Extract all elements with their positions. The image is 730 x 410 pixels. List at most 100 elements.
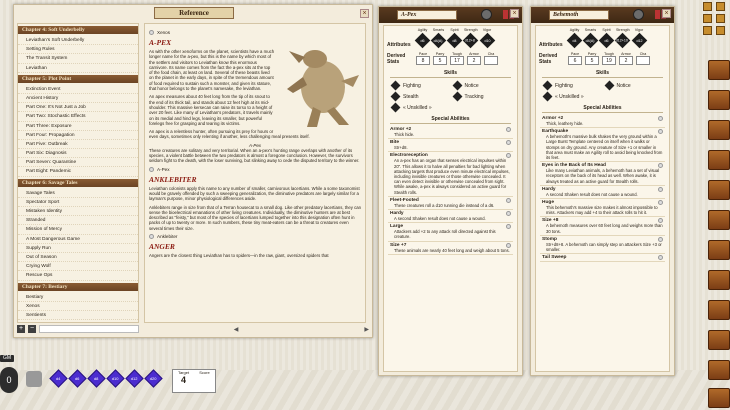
toc-item[interactable]: Ancient History [18,94,138,104]
radio-icon[interactable] [658,116,663,121]
toc-item[interactable]: Leviathan [18,64,138,73]
close-icon[interactable]: × [360,9,369,18]
filter-input[interactable] [39,325,139,333]
token-icon[interactable] [481,9,492,20]
skill-die-icon[interactable] [542,91,553,102]
derived-stat-value[interactable]: 17 [450,56,464,65]
attribute-die-icon[interactable]: d8 [446,32,463,49]
sheet-name[interactable]: Behemoth [549,10,609,20]
dice-button[interactable]: d10 [106,369,125,388]
radio-icon[interactable] [506,127,511,132]
skill-item[interactable]: « Unskilled » [542,91,600,102]
skill-die-icon[interactable] [604,80,614,91]
toc-item[interactable]: Part Four: Propagation [18,131,138,140]
derived-stat-value[interactable]: 5 [585,56,599,65]
anklebiter-link[interactable]: Anklebiter [149,234,361,240]
radio-icon[interactable] [506,211,511,217]
sidebar-tab[interactable] [708,90,730,110]
toc-item[interactable]: Mission of Mercy [18,225,138,235]
tool-icon[interactable] [716,26,725,35]
radio-icon[interactable] [149,234,154,240]
toc-item[interactable]: Extinction Event [18,85,138,94]
toc-item[interactable]: Stranded [18,216,138,226]
skill-item[interactable]: Notice [604,80,662,91]
radio-icon[interactable] [506,242,511,248]
toc-item[interactable]: Xenos [18,302,138,311]
tool-icon[interactable] [716,2,725,11]
radio-icon[interactable] [149,166,154,172]
attribute[interactable]: Vigor d12 [631,28,647,49]
toc-item[interactable]: Part Six: Diagnosis [18,149,138,159]
attribute-die-icon[interactable]: d6 [414,32,431,49]
attribute[interactable]: Vigor d10 [479,28,495,49]
attribute[interactable]: Spirit d8 [446,28,463,49]
attribute-die-icon[interactable]: d12+8 [463,32,479,49]
toc-item[interactable]: Part Five: Outbreak [18,140,138,150]
apex-link[interactable]: A-Pex [149,166,361,172]
skill-die-icon[interactable] [542,80,553,91]
score-field[interactable]: Score [194,370,215,392]
radio-icon[interactable] [658,200,663,206]
attribute[interactable]: Strength d12+8 [463,28,479,49]
attribute-die-icon[interactable]: d6 [598,32,615,49]
attribute[interactable]: Smarts d4(A) [582,28,599,49]
attribute-die-icon[interactable]: d10 [479,32,495,49]
toc-item[interactable]: Leviathan's Soft Underbelly [18,36,138,46]
toc-item[interactable]: Part Eight: Pandemic [18,167,138,177]
attribute-die-icon[interactable]: d4 [566,32,583,49]
close-icon[interactable]: × [510,9,519,18]
bookmark-icon[interactable] [503,10,508,19]
add-button[interactable]: + [17,325,25,333]
toc-item[interactable]: Setting Rules [18,45,138,55]
sidebar-tab[interactable] [708,120,730,140]
close-icon[interactable]: × [662,9,671,18]
sidebar-tab[interactable] [708,300,730,320]
skill-die-icon[interactable] [452,80,462,91]
skill-die-icon[interactable] [452,91,462,102]
toc-item[interactable]: Part One: It's Not Just a Job [18,103,138,113]
dice-button[interactable]: d6 [68,369,87,388]
bookmark-icon[interactable] [655,10,660,19]
sidebar-tab[interactable] [708,360,730,380]
toc-item[interactable]: Savage Tales [18,189,138,198]
tool-icon[interactable] [703,26,712,35]
sidebar-tab[interactable] [708,388,730,408]
dice-button[interactable]: d4 [49,369,68,388]
sheet-name[interactable]: A-Pex [397,10,457,20]
sidebar-tab[interactable] [708,210,730,230]
tool-icon[interactable] [716,14,725,23]
radio-icon[interactable] [149,30,154,35]
attribute[interactable]: Strength d12+10 [615,28,631,49]
radio-icon[interactable] [506,197,511,203]
skill-item[interactable]: Stealth [390,91,448,102]
tool-icon[interactable] [703,2,712,11]
attribute-die-icon[interactable]: d12+10 [615,32,631,49]
sidebar-tab[interactable] [708,330,730,350]
dice-tower-icon[interactable] [26,371,42,387]
modifier-counter[interactable]: 0 [0,367,18,393]
skill-item[interactable]: Fighting [542,80,600,91]
skill-die-icon[interactable] [390,80,401,91]
next-page-icon[interactable]: ▶ [364,326,369,333]
token-icon[interactable] [633,9,644,20]
sidebar-tab[interactable] [708,180,730,200]
attribute-die-icon[interactable]: d4(A) [430,32,447,49]
attribute-die-icon[interactable]: d12 [631,32,647,49]
derived-stat-value[interactable]: 2 [619,56,633,65]
toc-item[interactable]: Mistaken Identity [18,207,138,217]
toc-item[interactable]: A Most Dangerous Game [18,235,138,244]
derived-stat-value[interactable] [484,56,498,65]
attribute[interactable]: Agility d6 [414,28,431,49]
attribute[interactable]: Spirit d6 [598,28,615,49]
skill-item[interactable]: Tracking [452,91,510,102]
skill-die-icon[interactable] [390,102,401,113]
skill-item[interactable]: Notice [452,80,510,91]
attribute[interactable]: Agility d4 [566,28,583,49]
toc-item[interactable]: Supply Run [18,244,138,253]
prev-page-icon[interactable]: ◀ [234,326,239,333]
sidebar-tab[interactable] [708,270,730,290]
toc-item[interactable]: Crying Wolf [18,262,138,272]
derived-stat-value[interactable]: 8 [416,56,430,65]
target-field[interactable]: Target 4 [173,370,194,392]
toc-item[interactable]: Part Seven: Quarantine [18,158,138,168]
